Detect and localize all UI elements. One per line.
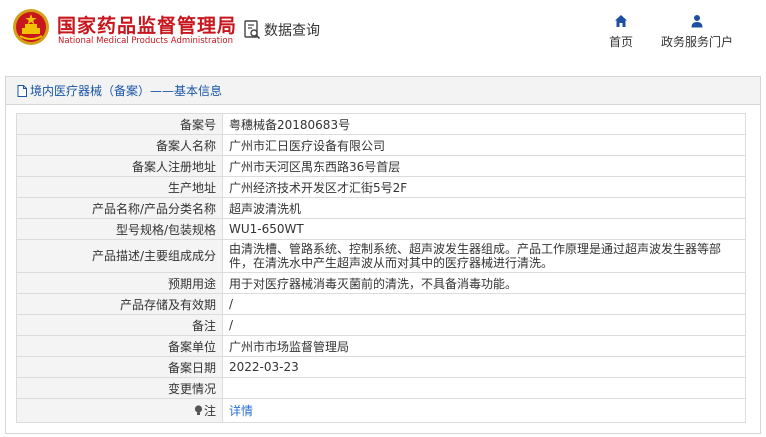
field-label-record-number: 备案号 bbox=[16, 113, 223, 135]
note-label-text: 注 bbox=[203, 404, 216, 418]
table-row: 备案单位 广州市市场监督管理局 bbox=[16, 335, 746, 357]
org-name-cn: 国家药品监督管理局 bbox=[57, 15, 238, 37]
field-label-storage-validity: 产品存储及有效期 bbox=[16, 293, 223, 315]
table-row: 注 详情 bbox=[16, 398, 746, 423]
field-value-filing-date: 2022-03-23 bbox=[222, 356, 746, 378]
site-header: 国家药品监督管理局 National Medical Products Admi… bbox=[0, 0, 766, 64]
nav-service-portal-label: 政务服务门户 bbox=[660, 35, 733, 49]
table-row: 备注 / bbox=[16, 314, 746, 336]
field-label-production-address: 生产地址 bbox=[16, 176, 223, 198]
panel-header: 境内医疗器械（备案）——基本信息 bbox=[6, 77, 760, 105]
table-row: 变更情况 bbox=[16, 377, 746, 399]
field-value-intended-use: 用于对医疗器械消毒灭菌前的清洗，不具备消毒功能。 bbox=[222, 272, 746, 294]
field-value-production-address: 广州经济技术开发区才汇街5号2F bbox=[222, 176, 746, 198]
field-label-filer-name: 备案人名称 bbox=[16, 134, 223, 156]
field-label-product-name: 产品名称/产品分类名称 bbox=[16, 197, 223, 219]
table-row: 产品描述/主要组成成分 由清洗槽、管路系统、控制系统、超声波发生器组成。产品工作… bbox=[16, 239, 746, 273]
field-value-product-name: 超声波清洗机 bbox=[222, 197, 746, 219]
field-value-registered-address: 广州市天河区禺东西路36号首层 bbox=[222, 155, 746, 177]
field-value-note: 详情 bbox=[222, 398, 746, 423]
table-row: 备案日期 2022-03-23 bbox=[16, 356, 746, 378]
table-row: 预期用途 用于对医疗器械消毒灭菌前的清洗，不具备消毒功能。 bbox=[16, 272, 746, 294]
field-label-model-spec: 型号规格/包装规格 bbox=[16, 218, 223, 240]
field-value-change-status bbox=[222, 377, 746, 399]
nav-home-label: 首页 bbox=[608, 35, 633, 49]
details-link[interactable]: 详情 bbox=[229, 404, 253, 418]
document-icon bbox=[17, 84, 27, 97]
user-icon bbox=[691, 15, 703, 28]
field-value-remarks: / bbox=[222, 314, 746, 336]
field-label-remarks: 备注 bbox=[16, 314, 223, 336]
nav-home[interactable]: 首页 bbox=[604, 14, 638, 50]
field-label-change-status: 变更情况 bbox=[16, 377, 223, 399]
field-value-filing-unit: 广州市市场监督管理局 bbox=[222, 335, 746, 357]
table-row: 备案号 粤穗械备20180683号 bbox=[16, 113, 746, 135]
table-row: 产品名称/产品分类名称 超声波清洗机 bbox=[16, 197, 746, 219]
field-value-description: 由清洗槽、管路系统、控制系统、超声波发生器组成。产品工作原理是通过超声波发生器等… bbox=[222, 239, 746, 273]
data-query-link[interactable]: 数据查询 bbox=[244, 18, 320, 42]
table-row: 备案人注册地址 广州市天河区禺东西路36号首层 bbox=[16, 155, 746, 177]
field-value-filer-name: 广州市汇日医疗设备有限公司 bbox=[222, 134, 746, 156]
field-value-storage-validity: / bbox=[222, 293, 746, 315]
field-label-registered-address: 备案人注册地址 bbox=[16, 155, 223, 177]
org-name-en: National Medical Products Administration bbox=[58, 36, 233, 46]
table-row: 生产地址 广州经济技术开发区才汇街5号2F bbox=[16, 176, 746, 198]
national-emblem-icon bbox=[13, 9, 49, 45]
panel-title: 境内医疗器械（备案）——基本信息 bbox=[30, 84, 223, 98]
table-row: 型号规格/包装规格 WU1-650WT bbox=[16, 218, 746, 240]
field-label-intended-use: 预期用途 bbox=[16, 272, 223, 294]
field-label-note: 注 bbox=[16, 398, 223, 423]
home-icon bbox=[615, 15, 627, 27]
field-value-record-number: 粤穗械备20180683号 bbox=[222, 113, 746, 135]
field-label-description: 产品描述/主要组成成分 bbox=[16, 239, 223, 273]
field-label-filing-date: 备案日期 bbox=[16, 356, 223, 378]
record-panel: 境内医疗器械（备案）——基本信息 备案号 粤穗械备20180683号 备案人名称… bbox=[5, 76, 761, 434]
search-document-icon bbox=[244, 20, 261, 40]
nav-service-portal[interactable]: 政务服务门户 bbox=[658, 14, 736, 50]
record-table: 备案号 粤穗械备20180683号 备案人名称 广州市汇日医疗设备有限公司 备案… bbox=[16, 113, 746, 423]
table-row: 产品存储及有效期 / bbox=[16, 293, 746, 315]
field-value-model-spec: WU1-650WT bbox=[222, 218, 746, 240]
table-row: 备案人名称 广州市汇日医疗设备有限公司 bbox=[16, 134, 746, 156]
field-label-filing-unit: 备案单位 bbox=[16, 335, 223, 357]
lightbulb-icon bbox=[194, 405, 203, 415]
data-query-label: 数据查询 bbox=[264, 23, 320, 39]
